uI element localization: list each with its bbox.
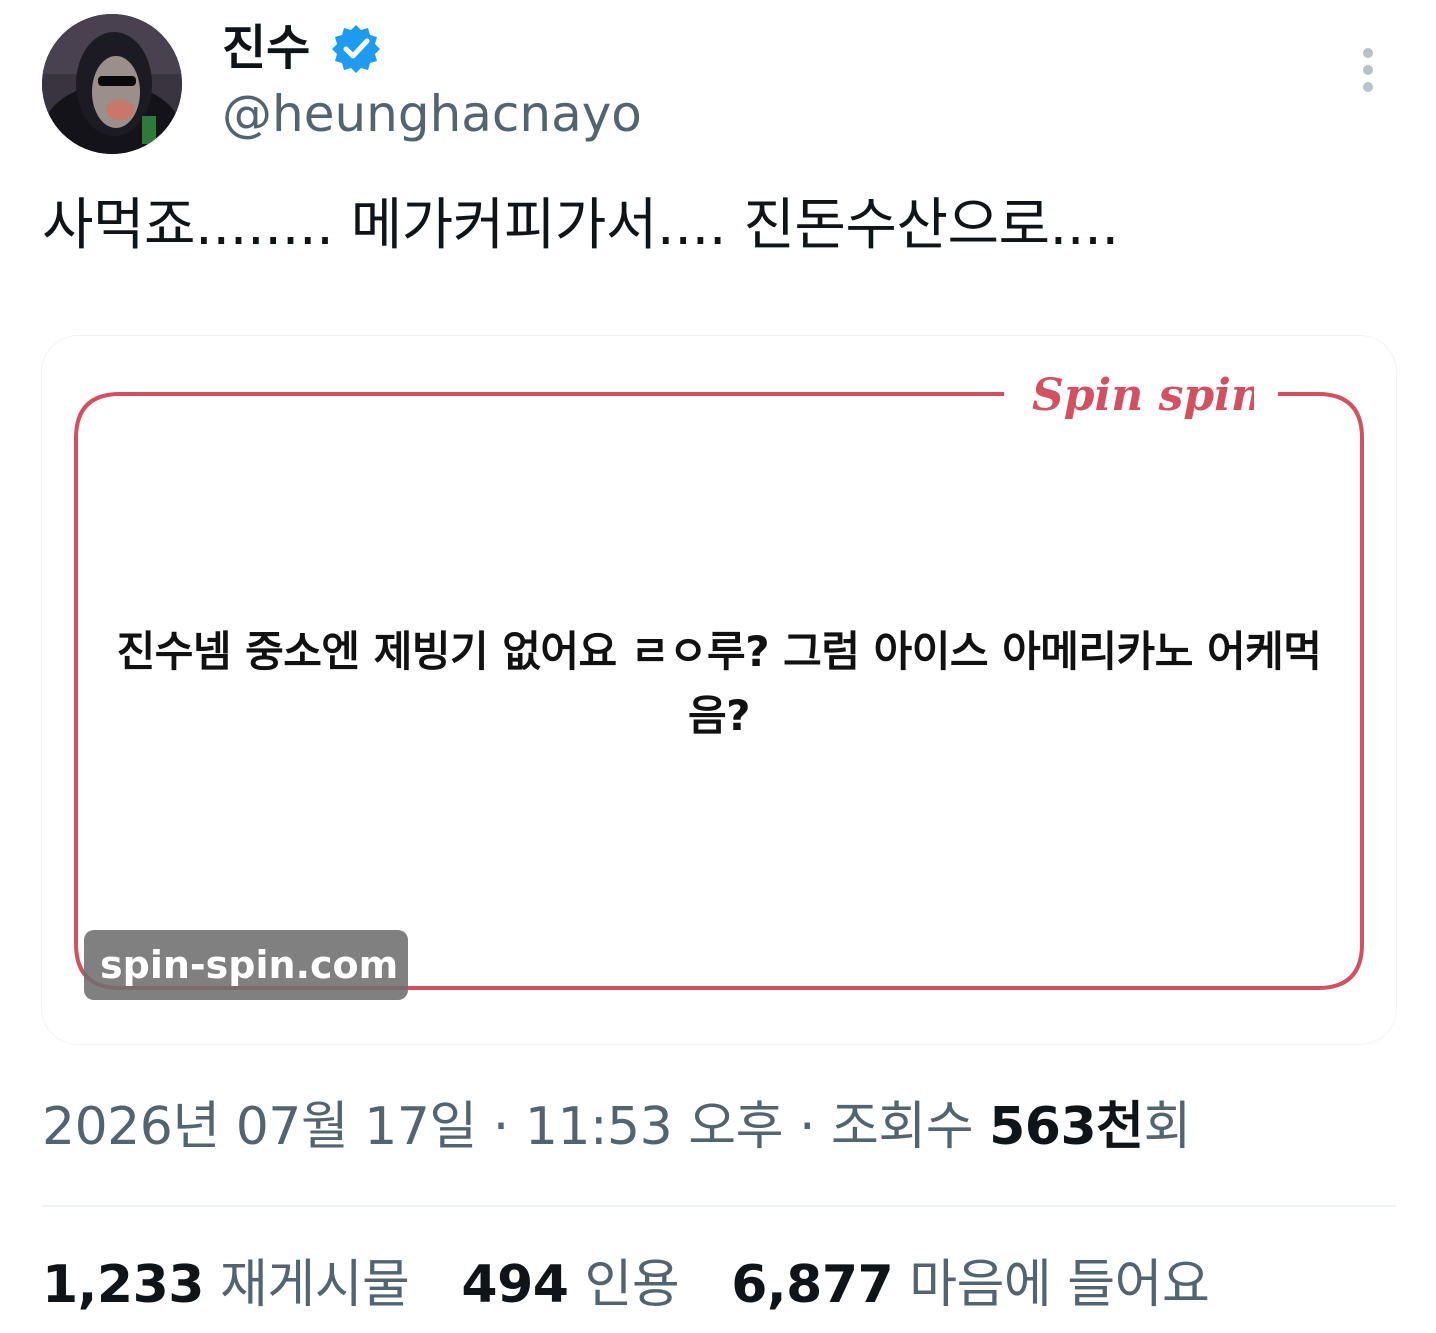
meta-separator: · [476, 1097, 525, 1157]
engagement-stats: 1,233 재게시물 494 인용 6,877 마음에 들어요 [42, 1250, 1245, 1320]
views-count: 563천 [989, 1097, 1144, 1157]
svg-text:Spin spin: Spin spin [1032, 370, 1254, 421]
retweets-count: 1,233 [42, 1255, 204, 1315]
avatar[interactable] [42, 14, 182, 154]
views-label: 조회수 [831, 1097, 990, 1157]
likes-count: 6,877 [731, 1255, 894, 1315]
meta-separator: · [782, 1097, 832, 1157]
likes-stat[interactable]: 6,877 마음에 들어요 [731, 1255, 1210, 1315]
quotes-label: 인용 [584, 1255, 680, 1315]
tweet-text: 사먹죠........ 메가커피가서.... 진돈수산으로.... [42, 193, 1119, 258]
more-options-icon[interactable] [1348, 40, 1388, 100]
display-name[interactable]: 진수 [222, 18, 310, 78]
user-handle[interactable]: @heunghacnayo [222, 82, 642, 146]
tweet-meta: 2026년 07월 17일 · 11:53 오후 · 조회수 563천회 [42, 1092, 1191, 1162]
retweets-label: 재게시물 [220, 1255, 410, 1315]
watermark-text: spin-spin.com [100, 943, 399, 987]
views-suffix: 회 [1143, 1097, 1191, 1157]
retweets-stat[interactable]: 1,233 재게시물 [42, 1255, 410, 1315]
card-message: 진수넴 중소엔 제빙기 없어요 ㄹㅇ루? 그럼 아이스 아메리카노 어케먹음? [116, 627, 1322, 740]
likes-label: 마음에 들어요 [909, 1255, 1210, 1315]
verified-badge-icon [330, 22, 382, 74]
quotes-stat[interactable]: 494 인용 [461, 1255, 679, 1315]
spinspin-logo: Spin spin [1032, 370, 1254, 421]
avatar-image [42, 14, 182, 154]
tweet-time[interactable]: 11:53 오후 [525, 1097, 784, 1157]
tweet-media-image[interactable]: Spin spin 진수넴 중소엔 제빙기 없어요 ㄹㅇ루? 그럼 아이스 아메… [42, 336, 1396, 1044]
tweet-date[interactable]: 2026년 07월 17일 [42, 1097, 477, 1157]
quotes-count: 494 [461, 1255, 569, 1315]
watermark: spin-spin.com [84, 930, 408, 1000]
divider [42, 1205, 1396, 1207]
